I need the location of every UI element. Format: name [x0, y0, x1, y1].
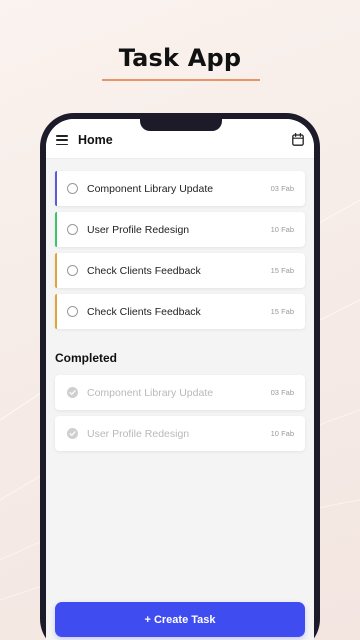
calendar-icon[interactable] — [292, 133, 304, 146]
task-item[interactable]: Component Library Update 03 Fab — [55, 171, 305, 206]
circle-outline-icon[interactable] — [67, 306, 78, 317]
completed-task-item[interactable]: Component Library Update 03 Fab — [55, 375, 305, 410]
task-date: 10 Fab — [270, 429, 294, 438]
task-accent-bar — [55, 253, 57, 288]
task-date: 10 Fab — [270, 225, 294, 234]
task-date: 03 Fab — [270, 388, 294, 397]
completed-section-title: Completed — [55, 351, 118, 365]
task-title: Check Clients Feedback — [87, 305, 201, 318]
menu-icon[interactable] — [56, 135, 68, 146]
circle-outline-icon[interactable] — [67, 265, 78, 276]
completed-task-list: Component Library Update 03 Fab User Pro… — [55, 375, 305, 457]
task-title: User Profile Redesign — [87, 427, 190, 440]
create-task-button[interactable]: + Create Task — [55, 602, 305, 637]
task-title: Component Library Update — [87, 182, 214, 195]
task-date: 03 Fab — [270, 184, 294, 193]
task-date: 15 Fab — [270, 307, 294, 316]
task-title: User Profile Redesign — [87, 223, 190, 236]
phone-notch — [140, 119, 222, 131]
task-title: Check Clients Feedback — [87, 264, 201, 277]
task-title: Component Library Update — [87, 386, 214, 399]
page-headline: Task App — [118, 44, 242, 72]
app-bar-title: Home — [78, 133, 113, 147]
task-item[interactable]: Check Clients Feedback 15 Fab — [55, 253, 305, 288]
headline-underline — [102, 79, 260, 81]
completed-task-item[interactable]: User Profile Redesign 10 Fab — [55, 416, 305, 451]
phone-screen: Home Component Library Update 03 Fab Use… — [46, 119, 314, 640]
task-list: Component Library Update 03 Fab User Pro… — [55, 171, 305, 335]
phone-frame: Home Component Library Update 03 Fab Use… — [40, 113, 320, 640]
task-item[interactable]: Check Clients Feedback 15 Fab — [55, 294, 305, 329]
task-accent-bar — [55, 171, 57, 206]
task-date: 15 Fab — [270, 266, 294, 275]
task-accent-bar — [55, 212, 57, 247]
check-circle-icon[interactable] — [67, 428, 78, 439]
task-accent-bar — [55, 294, 57, 329]
circle-outline-icon[interactable] — [67, 224, 78, 235]
check-circle-icon[interactable] — [67, 387, 78, 398]
circle-outline-icon[interactable] — [67, 183, 78, 194]
task-item[interactable]: User Profile Redesign 10 Fab — [55, 212, 305, 247]
